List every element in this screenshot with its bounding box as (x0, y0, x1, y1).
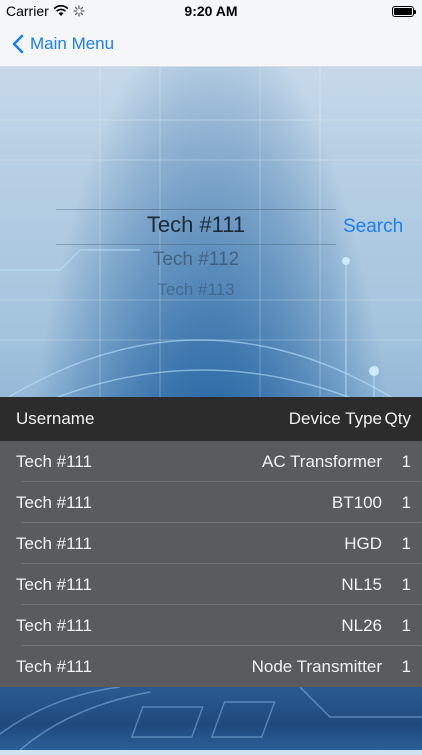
cell-device-type: HGD (344, 533, 382, 553)
cell-qty: 1 (401, 451, 411, 471)
table-header: Username Device Type Qty (0, 397, 422, 441)
cell-qty: 1 (401, 492, 411, 512)
table-row[interactable]: Tech #111 AC Transformer 1 (0, 441, 422, 482)
cell-username: Tech #111 (16, 451, 92, 471)
cell-device-type: Node Transmitter (251, 656, 382, 676)
cell-username: Tech #111 (16, 533, 92, 553)
cell-username: Tech #111 (16, 574, 92, 594)
picker-option[interactable]: Tech #113 (56, 280, 336, 300)
navigation-bar: Main Menu (0, 22, 422, 67)
cell-device-type: AC Transformer (262, 451, 382, 471)
table-row[interactable]: Tech #111 BT100 1 (0, 482, 422, 523)
column-header-qty: Qty (384, 409, 411, 428)
column-header-device-type: Device Type (288, 409, 382, 428)
back-button-label: Main Menu (30, 34, 115, 53)
cell-qty: 1 (401, 533, 411, 553)
circuit-pattern-bottom (0, 686, 422, 751)
back-button[interactable]: Main Menu (0, 34, 114, 54)
cell-qty: 1 (401, 656, 411, 676)
status-bar: Carrier 9:20 AM (0, 0, 422, 22)
cell-username: Tech #111 (16, 615, 92, 635)
cell-qty: 1 (401, 574, 411, 594)
picker-divider-bottom (56, 244, 336, 245)
cell-device-type: BT100 (331, 492, 382, 512)
column-header-username: Username (16, 409, 95, 428)
picker-option[interactable]: Tech #112 (56, 249, 336, 271)
cell-device-type: NL15 (341, 574, 382, 594)
picker-divider-top (56, 209, 336, 210)
device-table: Username Device Type Qty Tech #111 AC Tr… (0, 397, 422, 687)
username-picker[interactable]: Tech #111 Tech #112 Tech #113 (56, 200, 336, 310)
table-row[interactable]: Tech #111 NL26 1 (0, 605, 422, 646)
table-row[interactable]: Tech #111 NL15 1 (0, 564, 422, 605)
background-art-bottom (0, 686, 422, 751)
search-button[interactable]: Search (343, 216, 403, 238)
picker-selected-option[interactable]: Tech #111 (56, 212, 336, 238)
table-row[interactable]: Tech #111 Node Transmitter 1 (0, 646, 422, 687)
cell-device-type: NL26 (341, 615, 382, 635)
status-time: 9:20 AM (184, 3, 238, 19)
cell-qty: 1 (401, 615, 411, 635)
cell-username: Tech #111 (16, 492, 92, 512)
cell-username: Tech #111 (16, 656, 92, 676)
battery-icon (392, 5, 416, 17)
chevron-left-icon (12, 34, 24, 54)
table-row[interactable]: Tech #111 HGD 1 (0, 523, 422, 564)
